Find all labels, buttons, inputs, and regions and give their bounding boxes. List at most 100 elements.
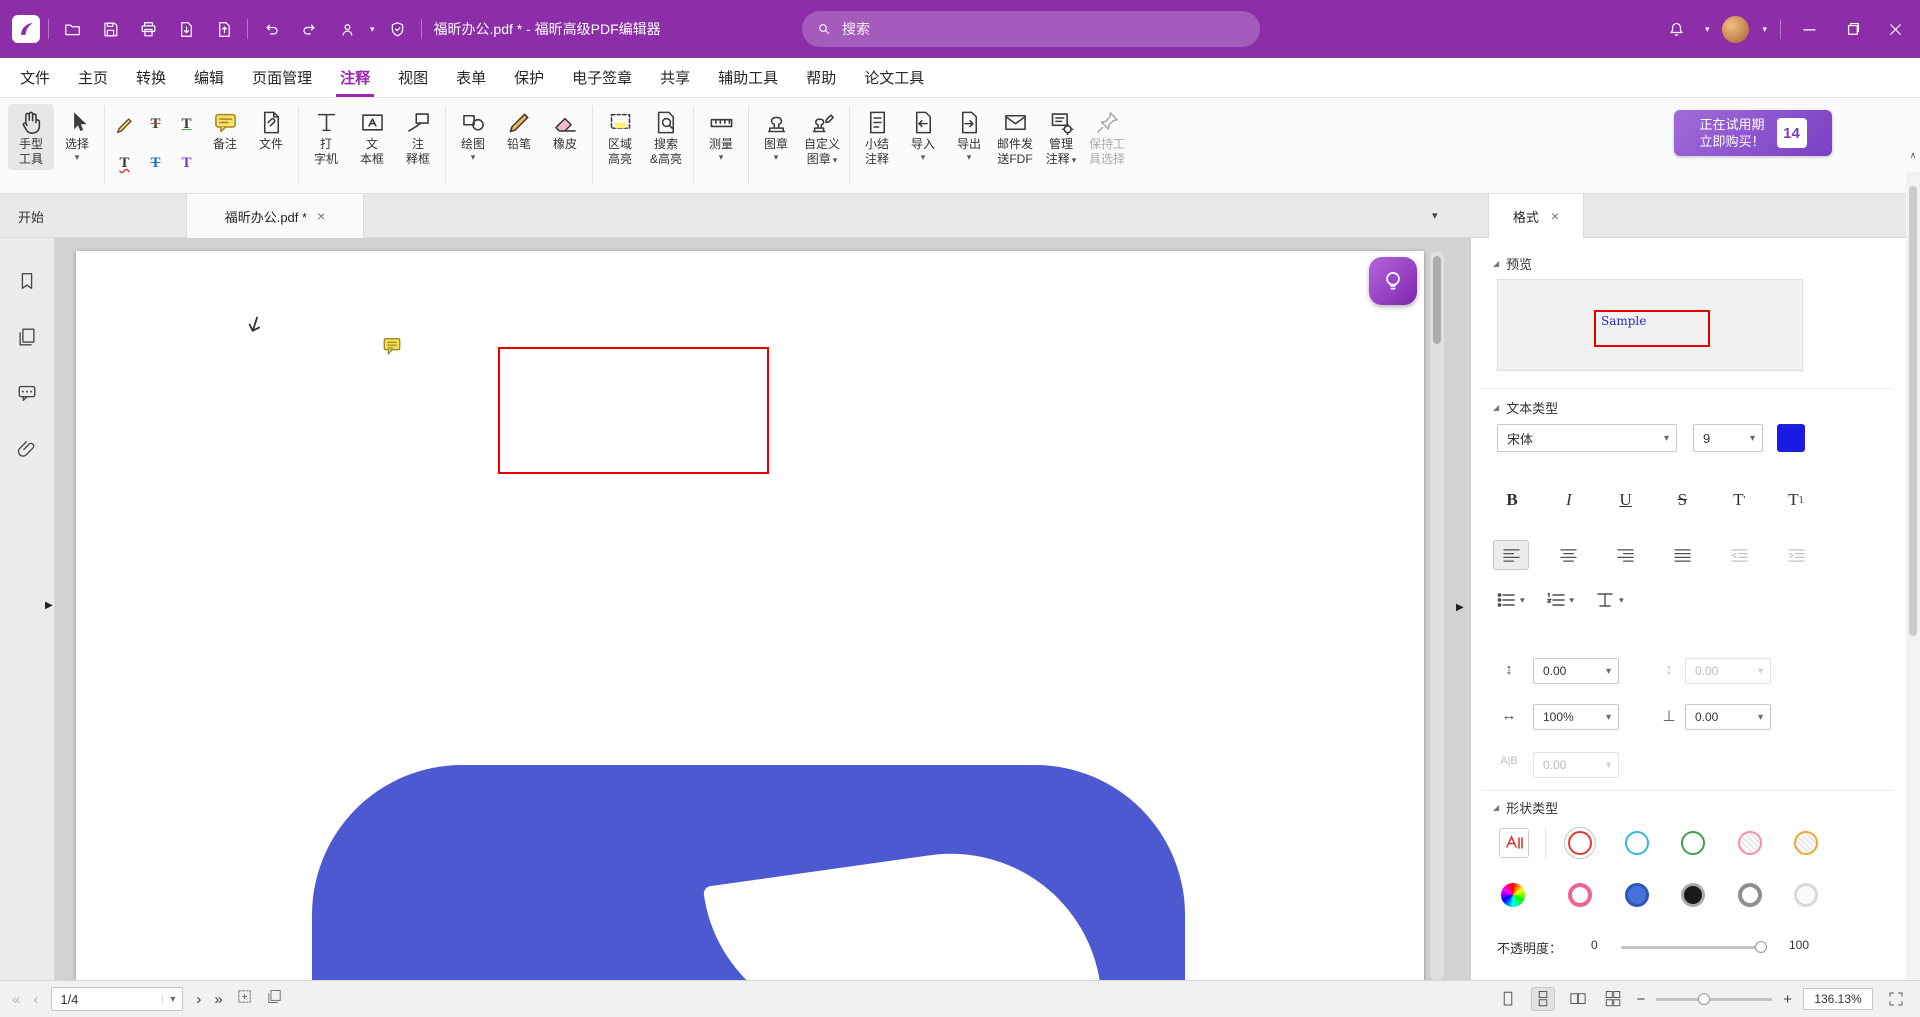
bookmarks-panel-button[interactable]	[14, 268, 40, 294]
superscript-button[interactable]: T'	[1720, 484, 1758, 516]
chevron-down-icon[interactable]: ▾	[162, 994, 182, 1005]
horizontal-scale-select[interactable]: 100%▾	[1533, 704, 1619, 730]
continuous-facing-view-button[interactable]	[1601, 987, 1625, 1011]
save-button[interactable]	[95, 14, 125, 44]
drawing-button[interactable]: 绘图 ▾	[450, 104, 496, 165]
zoom-slider[interactable]	[1656, 998, 1772, 1001]
assistant-bulb-button[interactable]	[1369, 257, 1417, 305]
subscript-button[interactable]: T1	[1777, 484, 1815, 516]
zoom-slider-thumb[interactable]	[1698, 993, 1710, 1005]
collapse-ribbon-icon[interactable]: ∧	[1906, 150, 1920, 168]
panel-collapse-handle[interactable]: ▶	[1456, 602, 1464, 613]
continuous-view-button[interactable]	[1531, 987, 1555, 1011]
insert-text-tool[interactable]: T	[174, 151, 200, 177]
custom-stamp-button[interactable]: 自定义 图章▾	[799, 104, 845, 170]
callout-button[interactable]: 注 释框	[395, 104, 441, 170]
zoom-out-button[interactable]: −	[1636, 992, 1645, 1007]
select-tool-button[interactable]: 选择 ▾	[54, 104, 100, 165]
search-highlight-button[interactable]: 搜索 &高亮	[643, 104, 689, 170]
next-page-button[interactable]: ›	[196, 992, 201, 1007]
align-right-button[interactable]	[1607, 540, 1643, 570]
line-spacing-select[interactable]: 0.00▾	[1533, 658, 1619, 684]
align-justify-button[interactable]	[1665, 540, 1701, 570]
shape-gray-swatch[interactable]	[1738, 883, 1762, 907]
typewriter-button[interactable]: 打 字机	[303, 104, 349, 170]
shape-green-outline-swatch[interactable]	[1681, 831, 1705, 855]
account-share-button[interactable]	[332, 14, 362, 44]
attachments-panel-button[interactable]	[14, 436, 40, 462]
minimize-window-button[interactable]	[1794, 14, 1824, 44]
redo-button[interactable]	[294, 14, 324, 44]
open-file-button[interactable]	[57, 14, 87, 44]
close-tab-icon[interactable]: ×	[317, 208, 325, 224]
note-button[interactable]: 备注	[202, 104, 248, 155]
bullet-list-button[interactable]: ▾	[1497, 592, 1525, 608]
tab-list-chevron-icon[interactable]: ▾	[1432, 209, 1438, 222]
menu-accessibility[interactable]: 辅助工具	[704, 58, 792, 97]
italic-button[interactable]: I	[1550, 484, 1588, 516]
page-number-box[interactable]: 1/4 ▾	[51, 987, 183, 1011]
last-page-button[interactable]: »	[214, 992, 222, 1007]
menu-comment[interactable]: 注释	[326, 58, 384, 97]
shape-red-outline-swatch[interactable]	[1568, 831, 1592, 855]
textbox-button[interactable]: 文 本框	[349, 104, 395, 170]
text-direction-button[interactable]: ▾	[1596, 592, 1624, 608]
prev-page-button[interactable]: ‹	[33, 992, 38, 1007]
user-avatar[interactable]	[1722, 16, 1749, 43]
insert-cursor-annotation[interactable]	[245, 315, 263, 344]
shape-black-fill-swatch[interactable]	[1681, 883, 1705, 907]
fullscreen-button[interactable]	[1884, 987, 1908, 1011]
sidebar-expand-handle[interactable]: ▶	[45, 600, 53, 611]
menu-esign[interactable]: 电子签章	[558, 58, 646, 97]
menu-view[interactable]: 视图	[384, 58, 442, 97]
area-highlight-button[interactable]: 区域 高亮	[597, 104, 643, 170]
menu-paper-tools[interactable]: 论文工具	[850, 58, 938, 97]
menu-convert[interactable]: 转换	[122, 58, 180, 97]
panel-scrollbar[interactable]	[1906, 172, 1920, 980]
zoom-in-button[interactable]: +	[1783, 992, 1792, 1007]
shape-white-swatch[interactable]	[1794, 883, 1818, 907]
underline-text-tool[interactable]: T	[174, 112, 200, 138]
shape-pink-hatch-swatch[interactable]	[1738, 831, 1762, 855]
text-style-shape-swatch[interactable]	[1499, 828, 1529, 858]
color-picker-wheel[interactable]	[1501, 883, 1525, 907]
print-button[interactable]	[133, 14, 163, 44]
file-attachment-button[interactable]: 文件	[248, 104, 294, 155]
replace-text-tool[interactable]: T	[143, 151, 169, 177]
zoom-level-box[interactable]: 136.13%	[1803, 988, 1873, 1010]
close-window-button[interactable]	[1880, 14, 1910, 44]
menu-file[interactable]: 文件	[6, 58, 64, 97]
clipboard-button[interactable]	[266, 988, 283, 1010]
highlight-text-tool[interactable]	[112, 112, 138, 138]
font-color-swatch[interactable]	[1777, 424, 1805, 452]
eraser-button[interactable]: 橡皮	[542, 104, 588, 155]
facing-view-button[interactable]	[1566, 987, 1590, 1011]
document-canvas[interactable]: ▶	[55, 238, 1470, 980]
single-page-view-button[interactable]	[1496, 987, 1520, 1011]
manage-comments-button[interactable]: 管理 注释▾	[1038, 104, 1084, 170]
undo-button[interactable]	[256, 14, 286, 44]
underline-button[interactable]: U	[1607, 484, 1645, 516]
snapshot-button[interactable]	[236, 988, 253, 1010]
tab-start[interactable]: 开始	[0, 194, 150, 238]
strikethrough-button[interactable]: S	[1663, 484, 1701, 516]
export-comments-button[interactable]: 导出 ▾	[946, 104, 992, 165]
import-comments-button[interactable]: 导入 ▾	[900, 104, 946, 165]
close-panel-icon[interactable]: ×	[1551, 208, 1559, 224]
measure-button[interactable]: 测量 ▾	[698, 104, 744, 165]
align-center-button[interactable]	[1550, 540, 1586, 570]
tab-format-panel[interactable]: 格式 ×	[1488, 194, 1584, 238]
comments-panel-button[interactable]	[14, 380, 40, 406]
shape-cyan-outline-swatch[interactable]	[1625, 831, 1649, 855]
protect-mode-button[interactable]	[383, 14, 413, 44]
shape-type-section-header[interactable]: ◢ 形状类型	[1493, 798, 1558, 817]
search-input[interactable]: 搜索	[802, 11, 1260, 47]
preview-section-header[interactable]: ◢ 预览	[1493, 254, 1532, 273]
menu-protect[interactable]: 保护	[500, 58, 558, 97]
rectangle-annotation[interactable]	[498, 347, 769, 474]
scrollbar-thumb[interactable]	[1433, 256, 1441, 344]
email-fdf-button[interactable]: 邮件发 送FDF	[992, 104, 1038, 170]
pages-panel-button[interactable]	[14, 324, 40, 350]
squiggly-text-tool[interactable]: T	[112, 151, 138, 177]
shape-orange-hatch-swatch[interactable]	[1794, 831, 1818, 855]
